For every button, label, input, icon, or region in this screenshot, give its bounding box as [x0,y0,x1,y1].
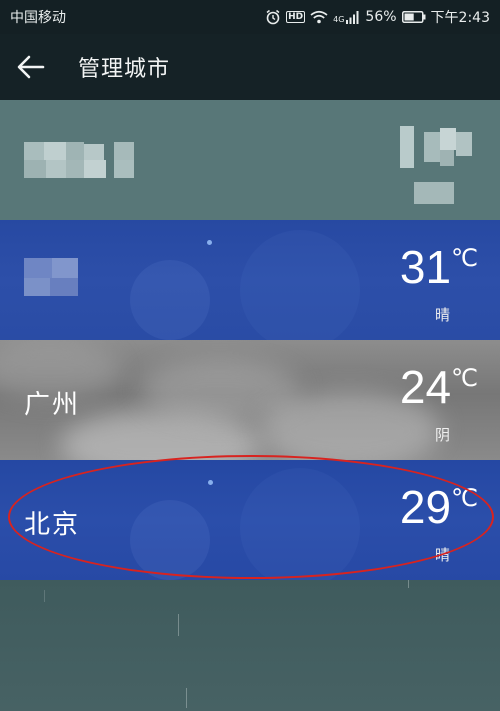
rain-streak-decoration [408,580,409,588]
temperature-value: 29 [399,481,452,533]
bokeh-decoration [240,230,360,340]
temperature-value: 24 [399,361,452,413]
obscured-city-name [24,258,80,298]
weather-condition: 阴 [434,426,450,444]
city-card-current-location[interactable] [0,100,500,220]
temperature-unit: ℃ [451,364,478,392]
bokeh-decoration [130,500,210,580]
bokeh-decoration [130,260,210,340]
temperature-display: 31℃ [400,244,478,290]
back-button[interactable] [0,34,62,100]
wifi-icon [310,10,328,24]
temperature-unit: ℃ [451,244,478,272]
rain-streak-decoration [178,614,179,636]
temperature-unit: ℃ [451,484,478,512]
obscured-temperature [400,126,480,206]
carrier-label: 中国移动 [10,10,66,26]
clock-label: 下午2:43 [430,10,490,26]
temperature-display: 29℃ [400,484,478,530]
weather-condition: 晴 [434,546,450,564]
signal-icon [346,10,359,24]
city-card-beijing[interactable]: 北京 29℃ 晴 [0,460,500,580]
empty-list-area [0,580,500,711]
battery-icon [401,11,426,23]
status-indicators: HD 4G 56% 下午2:43 [265,7,490,27]
temperature-display: 24℃ [400,364,478,410]
city-name: 北京 [24,510,81,540]
app-bar: 管理城市 [0,34,500,100]
alarm-icon [266,9,280,25]
obscured-city-name [24,142,144,182]
battery-percent-label: 56% [365,9,397,25]
weather-condition: 晴 [434,306,450,324]
bokeh-decoration [240,468,360,580]
bokeh-decoration [208,480,213,485]
page-title: 管理城市 [78,57,171,82]
city-card-sunny-31[interactable]: 31℃ 晴 [0,220,500,340]
rain-streak-decoration [44,590,45,602]
manage-cities-screen: 中国移动 HD 4G 56% 下午2:43 管理城市 31℃ 晴 广州 24℃ … [0,0,500,711]
status-bar: 中国移动 HD 4G 56% 下午2:43 [0,0,500,34]
bokeh-decoration [207,240,212,245]
rain-streak-decoration [186,688,187,708]
temperature-value: 31 [399,241,452,293]
city-card-guangzhou[interactable]: 广州 24℃ 阴 [0,340,500,460]
city-name: 广州 [24,390,81,420]
network-type-label: 4G [333,15,345,24]
hd-badge: HD [286,11,306,23]
arrow-left-icon [17,55,45,79]
